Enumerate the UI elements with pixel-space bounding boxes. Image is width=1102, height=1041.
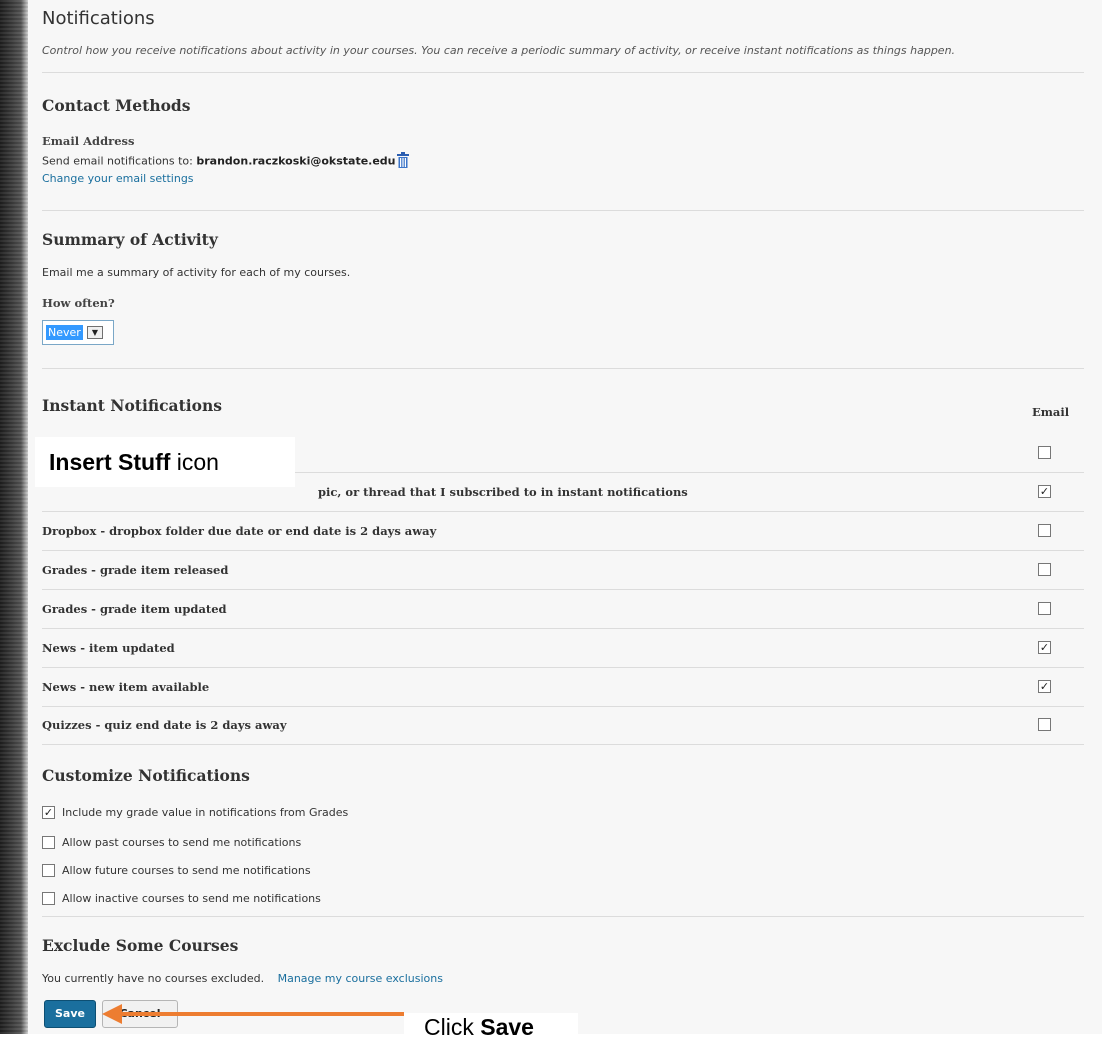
orange-arrow-annotation — [102, 1004, 404, 1024]
callout-bold-text: Save — [480, 1014, 534, 1040]
callout-text: Click — [424, 1014, 481, 1040]
click-save-callout: Click Save — [404, 1013, 578, 1040]
